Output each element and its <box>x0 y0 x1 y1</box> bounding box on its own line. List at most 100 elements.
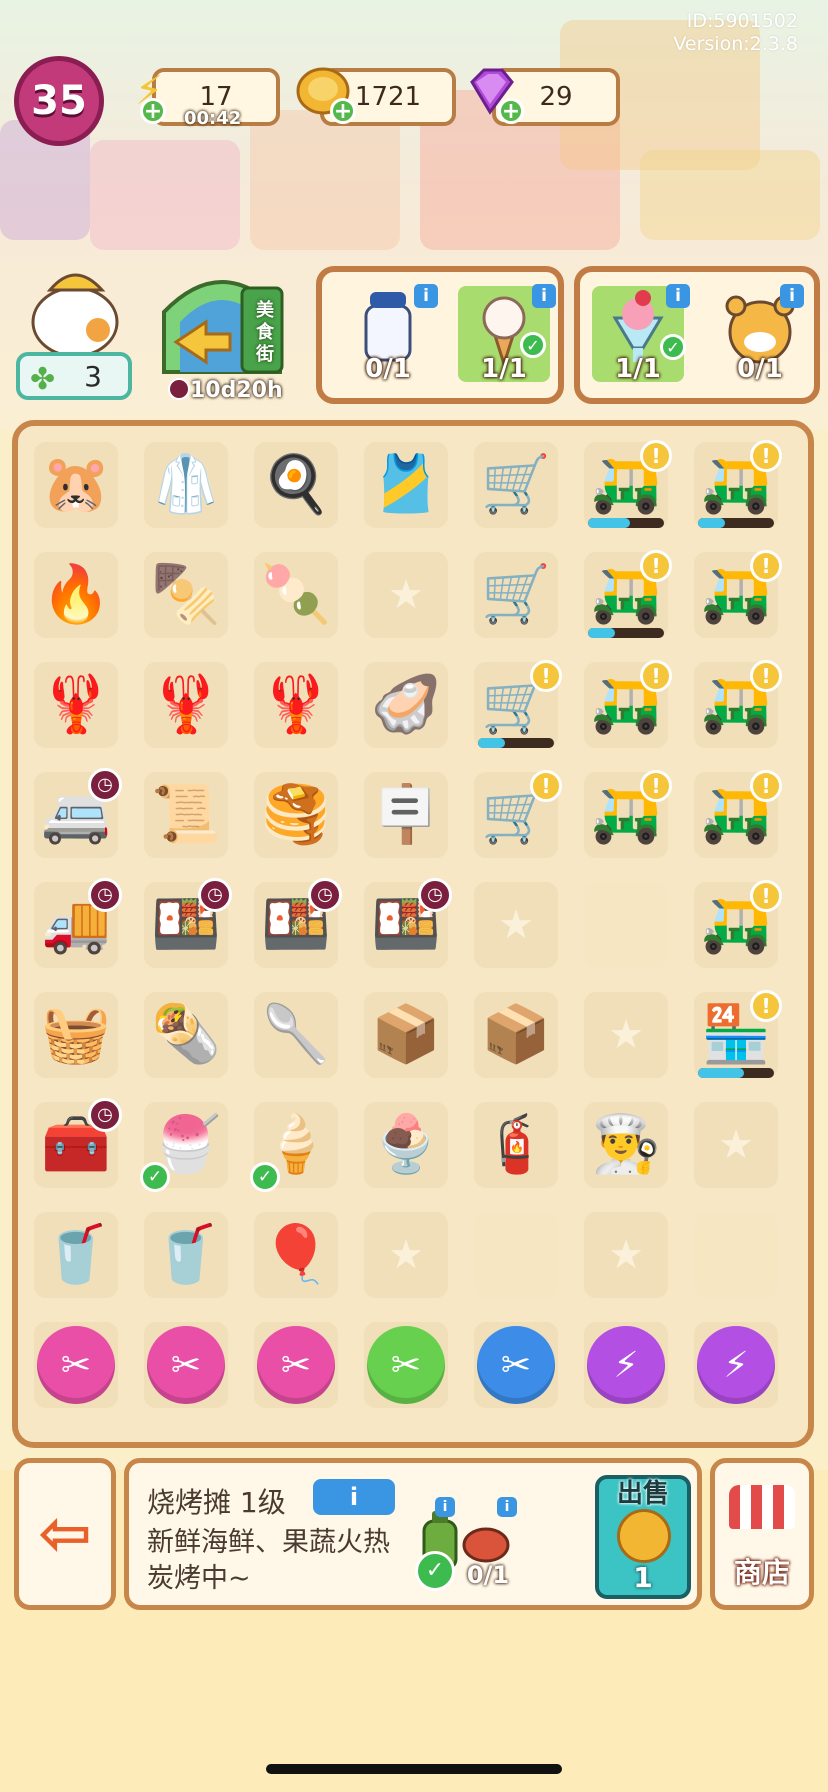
star-icon: ★ <box>388 572 424 618</box>
version-text: Version:2.3.8 <box>673 33 798 55</box>
board-cell-bbq-stall[interactable]: 🛺! <box>688 876 784 974</box>
board-cell-scoop[interactable]: 🥄 <box>248 986 344 1084</box>
req2-info-button[interactable]: i <box>497 1497 517 1517</box>
board-cell-bbq-stall[interactable]: 🛺! <box>578 766 674 864</box>
board-cell-gas-tank[interactable]: 🧯 <box>468 1096 564 1194</box>
board-cell-charcoal-grill[interactable]: 🔥 <box>28 546 124 644</box>
chef-duck-character[interactable] <box>20 260 130 360</box>
board-cell-lunch-box[interactable]: 🍱 ◷ <box>138 876 234 974</box>
board-cell-burrito[interactable]: 🌯 <box>138 986 234 1084</box>
order-2-customer-info-button[interactable]: i <box>780 284 804 308</box>
shop-button[interactable]: 商店 <box>710 1458 814 1610</box>
board-cell-bbq-stall[interactable]: 🛺! <box>578 656 674 754</box>
progress-bar <box>698 518 774 528</box>
sell-label: 出售 <box>616 1479 669 1509</box>
board-cell-scissors-blue[interactable]: ✂ <box>468 1316 564 1414</box>
board-cell-empty[interactable]: ★ <box>578 986 674 1084</box>
board-cell-small-box[interactable]: 📦 <box>358 986 454 1084</box>
board-cell-fried-egg[interactable]: 🍳 <box>248 436 344 534</box>
board-cell-skewers[interactable]: 🍢 <box>138 546 234 644</box>
progress-fill <box>588 518 630 528</box>
add-gems-button[interactable]: + <box>498 98 524 124</box>
order-card-2[interactable]: 1/1 i ✓ 0/1 i <box>574 266 820 404</box>
board-cell-balloons[interactable]: 🎈 <box>248 1206 344 1304</box>
board-cell-hamster-chef[interactable]: 🐹 <box>28 436 124 534</box>
star-icon: ★ <box>388 1232 424 1278</box>
sell-button[interactable]: 出售 1 <box>595 1475 691 1599</box>
progress-fill <box>588 628 615 638</box>
home-indicator[interactable] <box>266 1764 562 1774</box>
order-card-1[interactable]: 0/1 i 1/1 i ✓ <box>316 266 564 404</box>
board-cell-bbq-stall[interactable]: 🛺! <box>578 546 674 644</box>
coin-value: 1721 <box>354 82 422 112</box>
progress-fill <box>478 738 505 748</box>
box-stack-icon: 📦 <box>481 1002 551 1067</box>
board-cell-apron[interactable]: 🥼 <box>138 436 234 534</box>
board-cell-scissors-pink[interactable]: ✂ <box>248 1316 344 1414</box>
add-energy-button[interactable]: + <box>140 98 166 124</box>
board-cell-bbq-stall[interactable]: 🛺! <box>688 656 784 754</box>
player-id-version: ID:5901502 Version:2.3.8 <box>673 10 798 56</box>
board-cell-strawberry-sundae[interactable]: 🍧 ✓ <box>138 1096 234 1194</box>
req1-info-button[interactable]: i <box>435 1497 455 1517</box>
add-coins-button[interactable]: + <box>330 98 356 124</box>
board-cell-ice-cream-cart[interactable]: 🛒 <box>468 546 564 644</box>
order-2-item-1-info-button[interactable]: i <box>666 284 690 308</box>
board-cell-empty[interactable]: ★ <box>468 876 564 974</box>
board-cell-empty[interactable]: ★ <box>578 1206 674 1304</box>
board-cell-green-apron[interactable]: 🎽 <box>358 436 454 534</box>
board-cell-box-stack[interactable]: 📦 <box>468 986 564 1084</box>
board-cell-blank <box>468 1206 564 1304</box>
scoop-icon: 🥄 <box>261 1002 331 1067</box>
level-badge[interactable]: 35 <box>14 56 104 146</box>
board-cell-open-sign[interactable]: 🪧 <box>358 766 454 864</box>
board-cell-food-truck[interactable]: 🚐 ◷ <box>28 766 124 864</box>
board-cell-ice-cream-cone[interactable]: 🍦 ✓ <box>248 1096 344 1194</box>
board-cell-empty[interactable]: ★ <box>358 1206 454 1304</box>
board-cell-rainbow-drink[interactable]: 🥤 <box>138 1206 234 1304</box>
board-cell-ice-cream-cart[interactable]: 🛒 <box>468 436 564 534</box>
board-cell-bbq-stall[interactable]: 🛺! <box>688 436 784 534</box>
alert-icon: ! <box>750 990 782 1022</box>
board-cell-lunch-box[interactable]: 🍱 ◷ <box>248 876 344 974</box>
order-1-item-1-info-button[interactable]: i <box>414 284 438 308</box>
board-cell-scissors-green[interactable]: ✂ <box>358 1316 454 1414</box>
board-cell-lobster[interactable]: 🦞 <box>248 656 344 754</box>
board-cell-empty[interactable]: ★ <box>358 546 454 644</box>
item-info-button[interactable]: i <box>313 1479 395 1515</box>
board-cell-energy-purple[interactable]: ⚡ <box>688 1316 784 1414</box>
board-cell-scissors-pink[interactable]: ✂ <box>28 1316 124 1414</box>
board-cell-delivery-truck[interactable]: 🚚 ◷ <box>28 876 124 974</box>
board-cell-bbq-stall[interactable]: 🛺! <box>578 436 674 534</box>
board-cell-lobster[interactable]: 🦞 <box>138 656 234 754</box>
clover-counter[interactable]: ✤ 3 <box>16 352 132 400</box>
board-cell-ice-cream-cart-pink[interactable]: 🛒! <box>468 766 564 864</box>
board-cell-grill-stall[interactable]: 🏪! <box>688 986 784 1084</box>
cell-background <box>474 1212 558 1298</box>
green-apron-icon: 🎽 <box>371 452 441 517</box>
board-cell-lunch-box[interactable]: 🍱 ◷ <box>358 876 454 974</box>
order-1-item-1-count: 0/1 <box>365 354 411 384</box>
board-cell-rainbow-drink[interactable]: 🥤 <box>28 1206 124 1304</box>
board-cell-toaster[interactable]: 🧰 ◷ <box>28 1096 124 1194</box>
board-cell-empty[interactable]: ★ <box>688 1096 784 1194</box>
board-cell-ice-cream-cart-pink[interactable]: 🛒! <box>468 656 564 754</box>
board-cell-scissors-pink[interactable]: ✂ <box>138 1316 234 1414</box>
board-cell-energy-purple[interactable]: ⚡ <box>578 1316 674 1414</box>
board-cell-bread-basket[interactable]: 🧺 <box>28 986 124 1084</box>
board-cell-roast-skewers[interactable]: 🍡 <box>248 546 344 644</box>
board-cell-chef-hat[interactable]: 👨‍🍳 <box>578 1096 674 1194</box>
board-cell-bbq-stall[interactable]: 🛺! <box>688 766 784 864</box>
pancakes-icon: 🥞 <box>261 782 331 847</box>
board-cell-menu-card[interactable]: 📜 <box>138 766 234 864</box>
board-cell-lobster[interactable]: 🦞 <box>28 656 124 754</box>
board-cell-blank <box>688 1206 784 1304</box>
order-1-item-2-info-button[interactable]: i <box>532 284 556 308</box>
board-cell-pancakes[interactable]: 🥞 <box>248 766 344 864</box>
clover-icon: ✤ <box>30 362 56 397</box>
board-cell-matcha-froyo[interactable]: 🍨 <box>358 1096 454 1194</box>
board-cell-bbq-stall[interactable]: 🛺! <box>688 546 784 644</box>
exit-button[interactable]: ⇦ <box>14 1458 116 1610</box>
board-cell-oysters[interactable]: 🦪 <box>358 656 454 754</box>
alert-icon: ! <box>640 550 672 582</box>
